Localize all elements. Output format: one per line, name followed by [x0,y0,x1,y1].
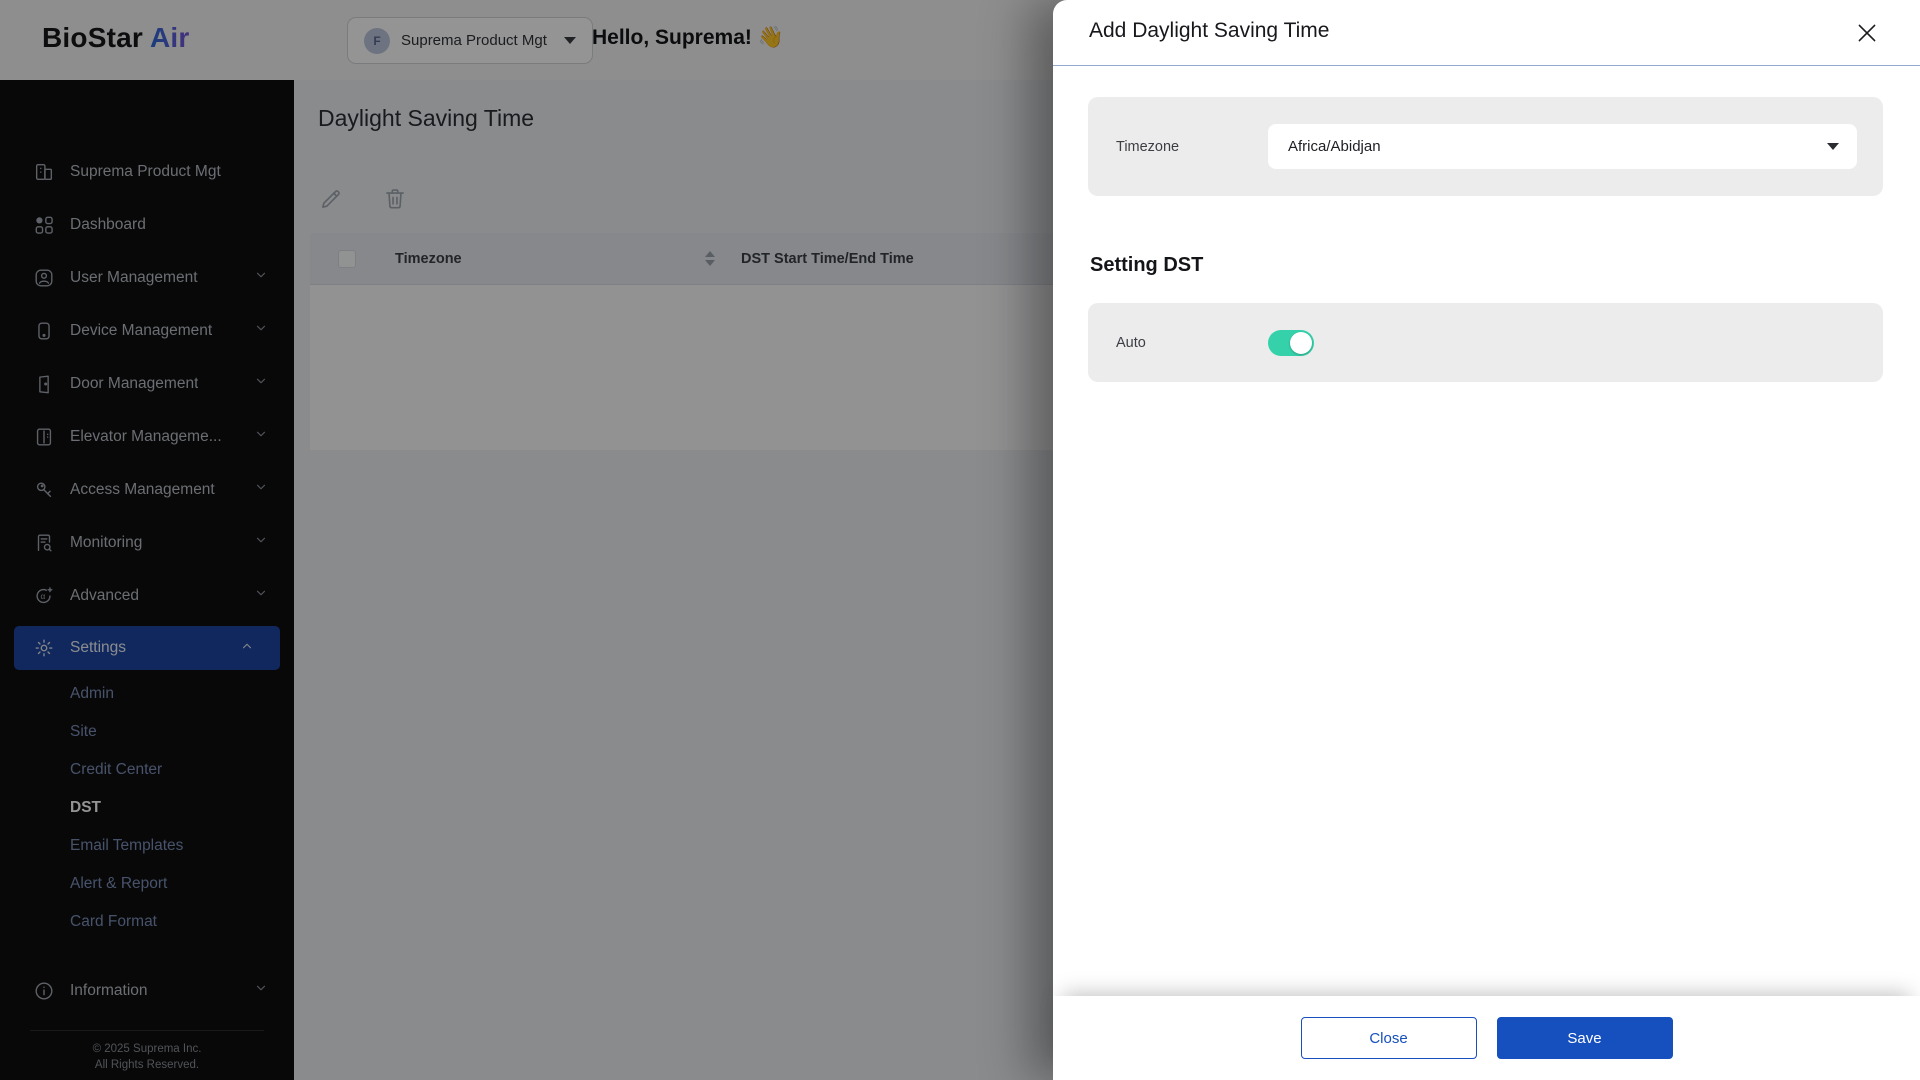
biostar-air-app: BioStar Air F Suprema Product Mgt Hello,… [0,0,1920,1080]
timezone-selected-value: Africa/Abidjan [1288,138,1381,155]
drawer-title: Add Daylight Saving Time [1089,19,1329,43]
auto-field-card: Auto [1088,303,1883,382]
auto-label: Auto [1088,335,1268,351]
toggle-knob [1290,332,1312,354]
add-dst-drawer: Add Daylight Saving Time Timezone Africa… [1053,0,1920,1080]
save-button[interactable]: Save [1497,1017,1673,1059]
close-icon[interactable] [1850,16,1884,50]
drawer-header: Add Daylight Saving Time [1053,0,1920,66]
setting-dst-heading: Setting DST [1090,254,1883,277]
chevron-down-icon [1827,143,1839,150]
drawer-body: Timezone Africa/Abidjan Setting DST Auto [1053,66,1920,382]
close-button[interactable]: Close [1301,1017,1477,1059]
auto-toggle[interactable] [1268,330,1314,356]
drawer-footer: Close Save [1053,996,1920,1080]
timezone-select[interactable]: Africa/Abidjan [1268,124,1857,169]
timezone-label: Timezone [1088,139,1268,155]
timezone-field-card: Timezone Africa/Abidjan [1088,97,1883,196]
